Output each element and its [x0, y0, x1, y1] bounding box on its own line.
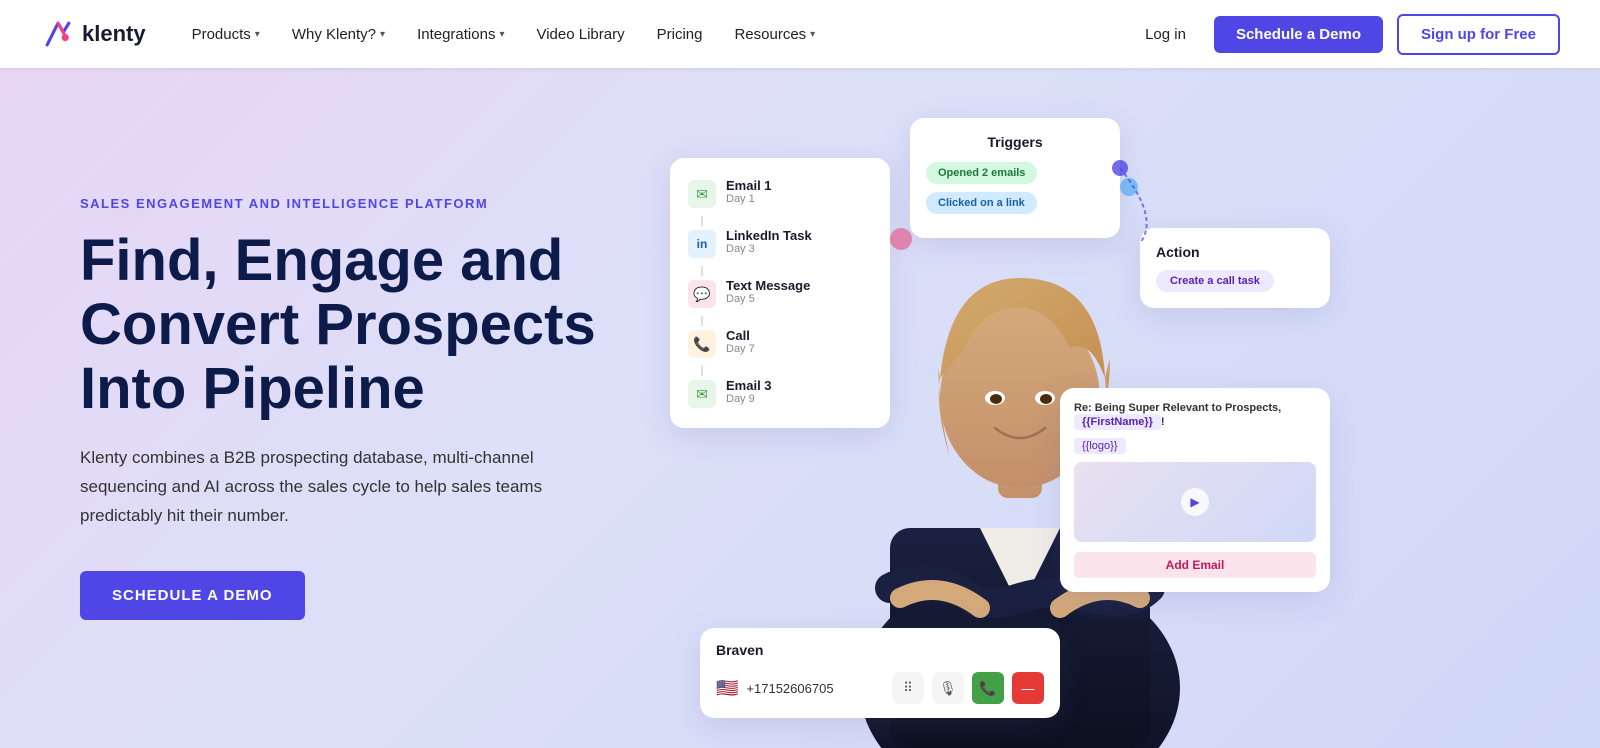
hero-cta-button[interactable]: SCHEDULE A DEMO — [80, 571, 305, 620]
sms-icon: 💬 — [688, 280, 716, 308]
nav-integrations[interactable]: Integrations ▾ — [403, 18, 518, 51]
hero-description: Klenty combines a B2B prospecting databa… — [80, 444, 600, 531]
decorative-dot — [870, 198, 884, 212]
sequence-card: ✉ Email 1 Day 1 in LinkedIn Task Day 3 💬 — [670, 158, 890, 428]
call-icon: 📞 — [688, 330, 716, 358]
seq-day: Day 3 — [726, 243, 812, 255]
email-template-card: Re: Being Super Relevant to Prospects, {… — [1060, 388, 1330, 592]
seq-day: Day 9 — [726, 393, 772, 405]
seq-label: LinkedIn Task — [726, 228, 812, 243]
dialpad-button[interactable]: ⠿ — [892, 672, 924, 704]
seq-label: Email 3 — [726, 378, 772, 393]
nav-right-actions: Log in Schedule a Demo Sign up for Free — [1131, 14, 1560, 55]
flag-icon: 🇺🇸 — [716, 678, 738, 699]
chevron-down-icon: ▾ — [810, 29, 815, 40]
seq-connector — [701, 316, 703, 326]
call-end-button[interactable]: — — [1012, 672, 1044, 704]
email-icon: ✉ — [688, 180, 716, 208]
hero-visuals: ✉ Email 1 Day 1 in LinkedIn Task Day 3 💬 — [650, 68, 1600, 748]
trigger-badge-emails: Opened 2 emails — [926, 162, 1037, 184]
decorative-dot — [1120, 178, 1138, 196]
action-card: Action Create a call task — [1140, 228, 1330, 308]
hero-title: Find, Engage and Convert Prospects Into … — [80, 229, 600, 420]
navbar: klenty Products ▾ Why Klenty? ▾ Integrat… — [0, 0, 1600, 68]
schedule-demo-button[interactable]: Schedule a Demo — [1214, 16, 1383, 53]
add-email-button[interactable]: Add Email — [1074, 552, 1316, 578]
triggers-title: Triggers — [926, 134, 1104, 150]
email-thumbnail: ▶ — [1074, 462, 1316, 542]
nav-products[interactable]: Products ▾ — [178, 18, 274, 51]
action-title: Action — [1156, 244, 1314, 260]
phone-action-buttons: ⠿ 🎙 📞 — — [892, 672, 1044, 704]
login-button[interactable]: Log in — [1131, 18, 1200, 51]
logo-icon — [40, 16, 76, 52]
seq-label: Text Message — [726, 278, 810, 293]
signup-button[interactable]: Sign up for Free — [1397, 14, 1560, 55]
sequence-item-email1: ✉ Email 1 Day 1 — [688, 178, 872, 208]
sequence-item-email3: ✉ Email 3 Day 9 — [688, 378, 872, 408]
logo-token: {{logo}} — [1074, 438, 1126, 454]
phone-number: +17152606705 — [746, 681, 884, 696]
hero-tag: Sales Engagement and Intelligence Platfo… — [80, 196, 600, 211]
call-accept-button[interactable]: 📞 — [972, 672, 1004, 704]
chevron-down-icon: ▾ — [380, 29, 385, 40]
chevron-down-icon: ▾ — [255, 29, 260, 40]
trigger-badge-link: Clicked on a link — [926, 192, 1037, 214]
decorative-dot — [890, 228, 912, 250]
seq-day: Day 5 — [726, 293, 810, 305]
sequence-item-sms: 💬 Text Message Day 5 — [688, 278, 872, 308]
play-button[interactable]: ▶ — [1181, 488, 1209, 516]
nav-links: Products ▾ Why Klenty? ▾ Integrations ▾ … — [178, 18, 1131, 51]
decorative-dot — [1270, 428, 1286, 444]
seq-day: Day 1 — [726, 193, 772, 205]
logo-text: klenty — [82, 21, 146, 47]
nav-video-library[interactable]: Video Library — [522, 18, 638, 51]
nav-resources[interactable]: Resources ▾ — [720, 18, 829, 51]
hero-content: Sales Engagement and Intelligence Platfo… — [0, 196, 680, 620]
nav-pricing[interactable]: Pricing — [643, 18, 717, 51]
hero-section: Sales Engagement and Intelligence Platfo… — [0, 68, 1600, 748]
seq-connector — [701, 366, 703, 376]
chevron-down-icon: ▾ — [499, 29, 504, 40]
logo[interactable]: klenty — [40, 16, 146, 52]
action-badge: Create a call task — [1156, 270, 1274, 292]
seq-day: Day 7 — [726, 343, 755, 355]
seq-connector — [701, 266, 703, 276]
nav-why-klenty[interactable]: Why Klenty? ▾ — [278, 18, 399, 51]
seq-label: Call — [726, 328, 755, 343]
triggers-card: Triggers Opened 2 emails Clicked on a li… — [910, 118, 1120, 238]
connector-lines — [650, 68, 1600, 748]
decorative-dot — [980, 620, 1008, 648]
firstname-token: {{FirstName}} — [1074, 414, 1161, 430]
microphone-button[interactable]: 🎙 — [932, 672, 964, 704]
linkedin-icon: in — [688, 230, 716, 258]
seq-label: Email 1 — [726, 178, 772, 193]
email-subject: Re: Being Super Relevant to Prospects, {… — [1074, 402, 1316, 430]
seq-connector — [701, 216, 703, 226]
phone-row: 🇺🇸 +17152606705 ⠿ 🎙 📞 — — [716, 672, 1044, 704]
sequence-item-linkedin: in LinkedIn Task Day 3 — [688, 228, 872, 258]
sequence-item-call: 📞 Call Day 7 — [688, 328, 872, 358]
phone-dialer-card: Braven 🇺🇸 +17152606705 ⠿ 🎙 📞 — — [700, 628, 1060, 718]
email-icon: ✉ — [688, 380, 716, 408]
